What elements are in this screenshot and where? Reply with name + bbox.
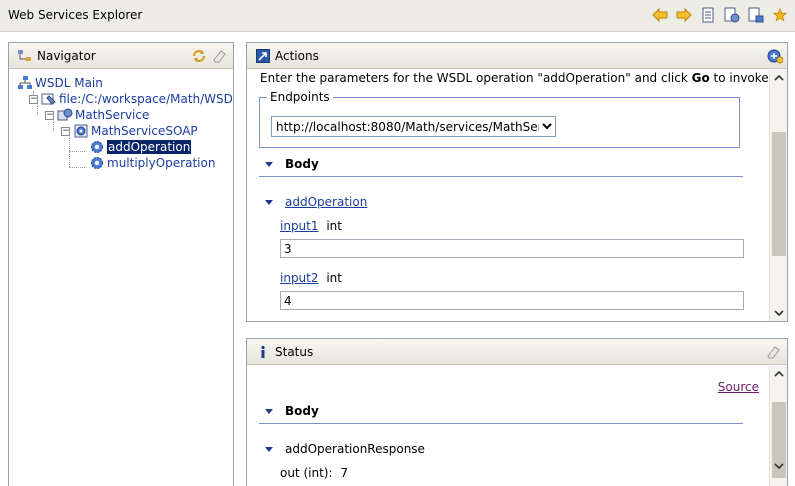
output-row: out (int): 7: [280, 466, 348, 480]
output-label: out (int):: [280, 466, 333, 480]
actions-arrow-icon: [255, 48, 271, 64]
input1-field[interactable]: [280, 239, 744, 258]
tree-item-label: MathService: [75, 108, 150, 122]
scroll-up-arrow-icon[interactable]: [770, 366, 788, 382]
endpoint-select[interactable]: http://localhost:8080/Math/services/Math…: [271, 116, 556, 137]
scroll-thumb[interactable]: [772, 132, 786, 256]
wsil-page-icon[interactable]: [723, 6, 741, 24]
collapse-toggle[interactable]: −: [29, 94, 38, 104]
input2-field[interactable]: [280, 291, 744, 310]
status-scrollbar[interactable]: [769, 366, 787, 486]
tree-item-addoperation[interactable]: addOperation: [89, 139, 192, 155]
tree-item-label: addOperation: [107, 140, 192, 154]
navigator-tree-icon: [17, 48, 33, 64]
actions-header: Actions: [247, 43, 787, 69]
scroll-up-arrow-icon[interactable]: [770, 70, 788, 86]
param-name-link[interactable]: input2: [280, 271, 319, 285]
refresh-icon[interactable]: [191, 48, 207, 64]
wsdl-page-icon[interactable]: [747, 6, 765, 24]
collapse-toggle[interactable]: −: [45, 110, 54, 120]
param-name-link[interactable]: input1: [280, 219, 319, 233]
endpoints-legend: Endpoints: [267, 90, 333, 104]
status-panel: Status Source Body addOperationResponse …: [246, 338, 788, 486]
operation-link[interactable]: addOperation: [285, 195, 367, 209]
wsdl-file-icon: [41, 91, 57, 107]
operation-gear-icon: [89, 155, 105, 171]
web-service-help-icon[interactable]: [767, 48, 783, 64]
status-title: Status: [275, 345, 314, 359]
clear-eraser-icon[interactable]: [211, 48, 227, 64]
tree-item-wsdl-file[interactable]: − file:/C:/workspace/Math/WSDL/M: [29, 91, 233, 107]
tree-item-mathservicesoap[interactable]: − MathServiceSOAP: [61, 123, 198, 139]
operation-gear-icon: [89, 139, 105, 155]
instruction-text: Enter the parameters for the WSDL operat…: [260, 71, 769, 85]
scroll-down-arrow-icon[interactable]: [770, 305, 788, 321]
tree-item-mathservice[interactable]: − MathService: [45, 107, 149, 123]
response-section[interactable]: addOperationResponse: [265, 440, 425, 458]
source-link[interactable]: Source: [718, 380, 759, 394]
tree-item-label: WSDL Main: [35, 76, 103, 90]
navigator-title: Navigator: [37, 49, 96, 63]
back-arrow-icon[interactable]: [651, 6, 669, 24]
status-body-divider: [259, 423, 743, 424]
window-title: Web Services Explorer: [8, 8, 143, 22]
collapse-toggle[interactable]: −: [61, 126, 70, 136]
param-label-row: input1 int: [280, 219, 342, 233]
output-value: 7: [340, 466, 348, 480]
param-type: int: [326, 271, 342, 285]
tree-item-label: MathServiceSOAP: [91, 124, 198, 138]
toolbar: [651, 6, 789, 24]
collapse-triangle-icon[interactable]: [265, 199, 273, 205]
param-label-row: input2 int: [280, 271, 342, 285]
favorites-star-icon[interactable]: [771, 6, 789, 24]
actions-content: Enter the parameters for the WSDL operat…: [247, 70, 769, 321]
response-label: addOperationResponse: [285, 442, 425, 456]
actions-panel: Actions Enter the parameters for the WSD…: [246, 42, 788, 322]
operation-section: addOperation: [265, 193, 367, 211]
window-titlebar: Web Services Explorer: [0, 0, 795, 32]
param-type: int: [326, 219, 342, 233]
body-section-toggle[interactable]: Body: [265, 155, 319, 173]
navigator-panel: Navigator WSDL Main − file:/C:/workspace…: [8, 42, 234, 486]
status-body-section-toggle[interactable]: Body: [265, 402, 319, 420]
tree-item-wsdl-main[interactable]: WSDL Main: [17, 75, 103, 91]
binding-icon: [73, 123, 89, 139]
navigator-tree: WSDL Main − file:/C:/workspace/Math/WSDL…: [9, 71, 233, 486]
navigator-header: Navigator: [9, 43, 233, 69]
wsdl-main-icon: [17, 75, 33, 91]
go-keyword: Go: [691, 71, 710, 85]
scroll-down-arrow-icon[interactable]: [770, 458, 788, 474]
tree-item-multiplyoperation[interactable]: multiplyOperation: [89, 155, 215, 171]
status-header: Status: [247, 339, 787, 365]
status-content: Source Body addOperationResponse out (in…: [247, 366, 769, 486]
clear-eraser-icon[interactable]: [765, 344, 781, 360]
status-body-label: Body: [285, 404, 319, 418]
tree-item-label: multiplyOperation: [107, 156, 216, 170]
collapse-triangle-icon: [265, 408, 273, 414]
actions-title: Actions: [275, 49, 319, 63]
tree-item-label: file:/C:/workspace/Math/WSDL/M: [59, 92, 233, 106]
body-label: Body: [285, 157, 319, 171]
info-icon: [255, 344, 271, 360]
body-divider: [259, 176, 743, 177]
actions-scrollbar[interactable]: [769, 70, 787, 321]
collapse-triangle-icon: [265, 161, 273, 167]
forward-arrow-icon[interactable]: [675, 6, 693, 24]
service-icon: [57, 107, 73, 123]
collapse-triangle-icon: [265, 446, 273, 452]
uddi-page-icon[interactable]: [699, 6, 717, 24]
